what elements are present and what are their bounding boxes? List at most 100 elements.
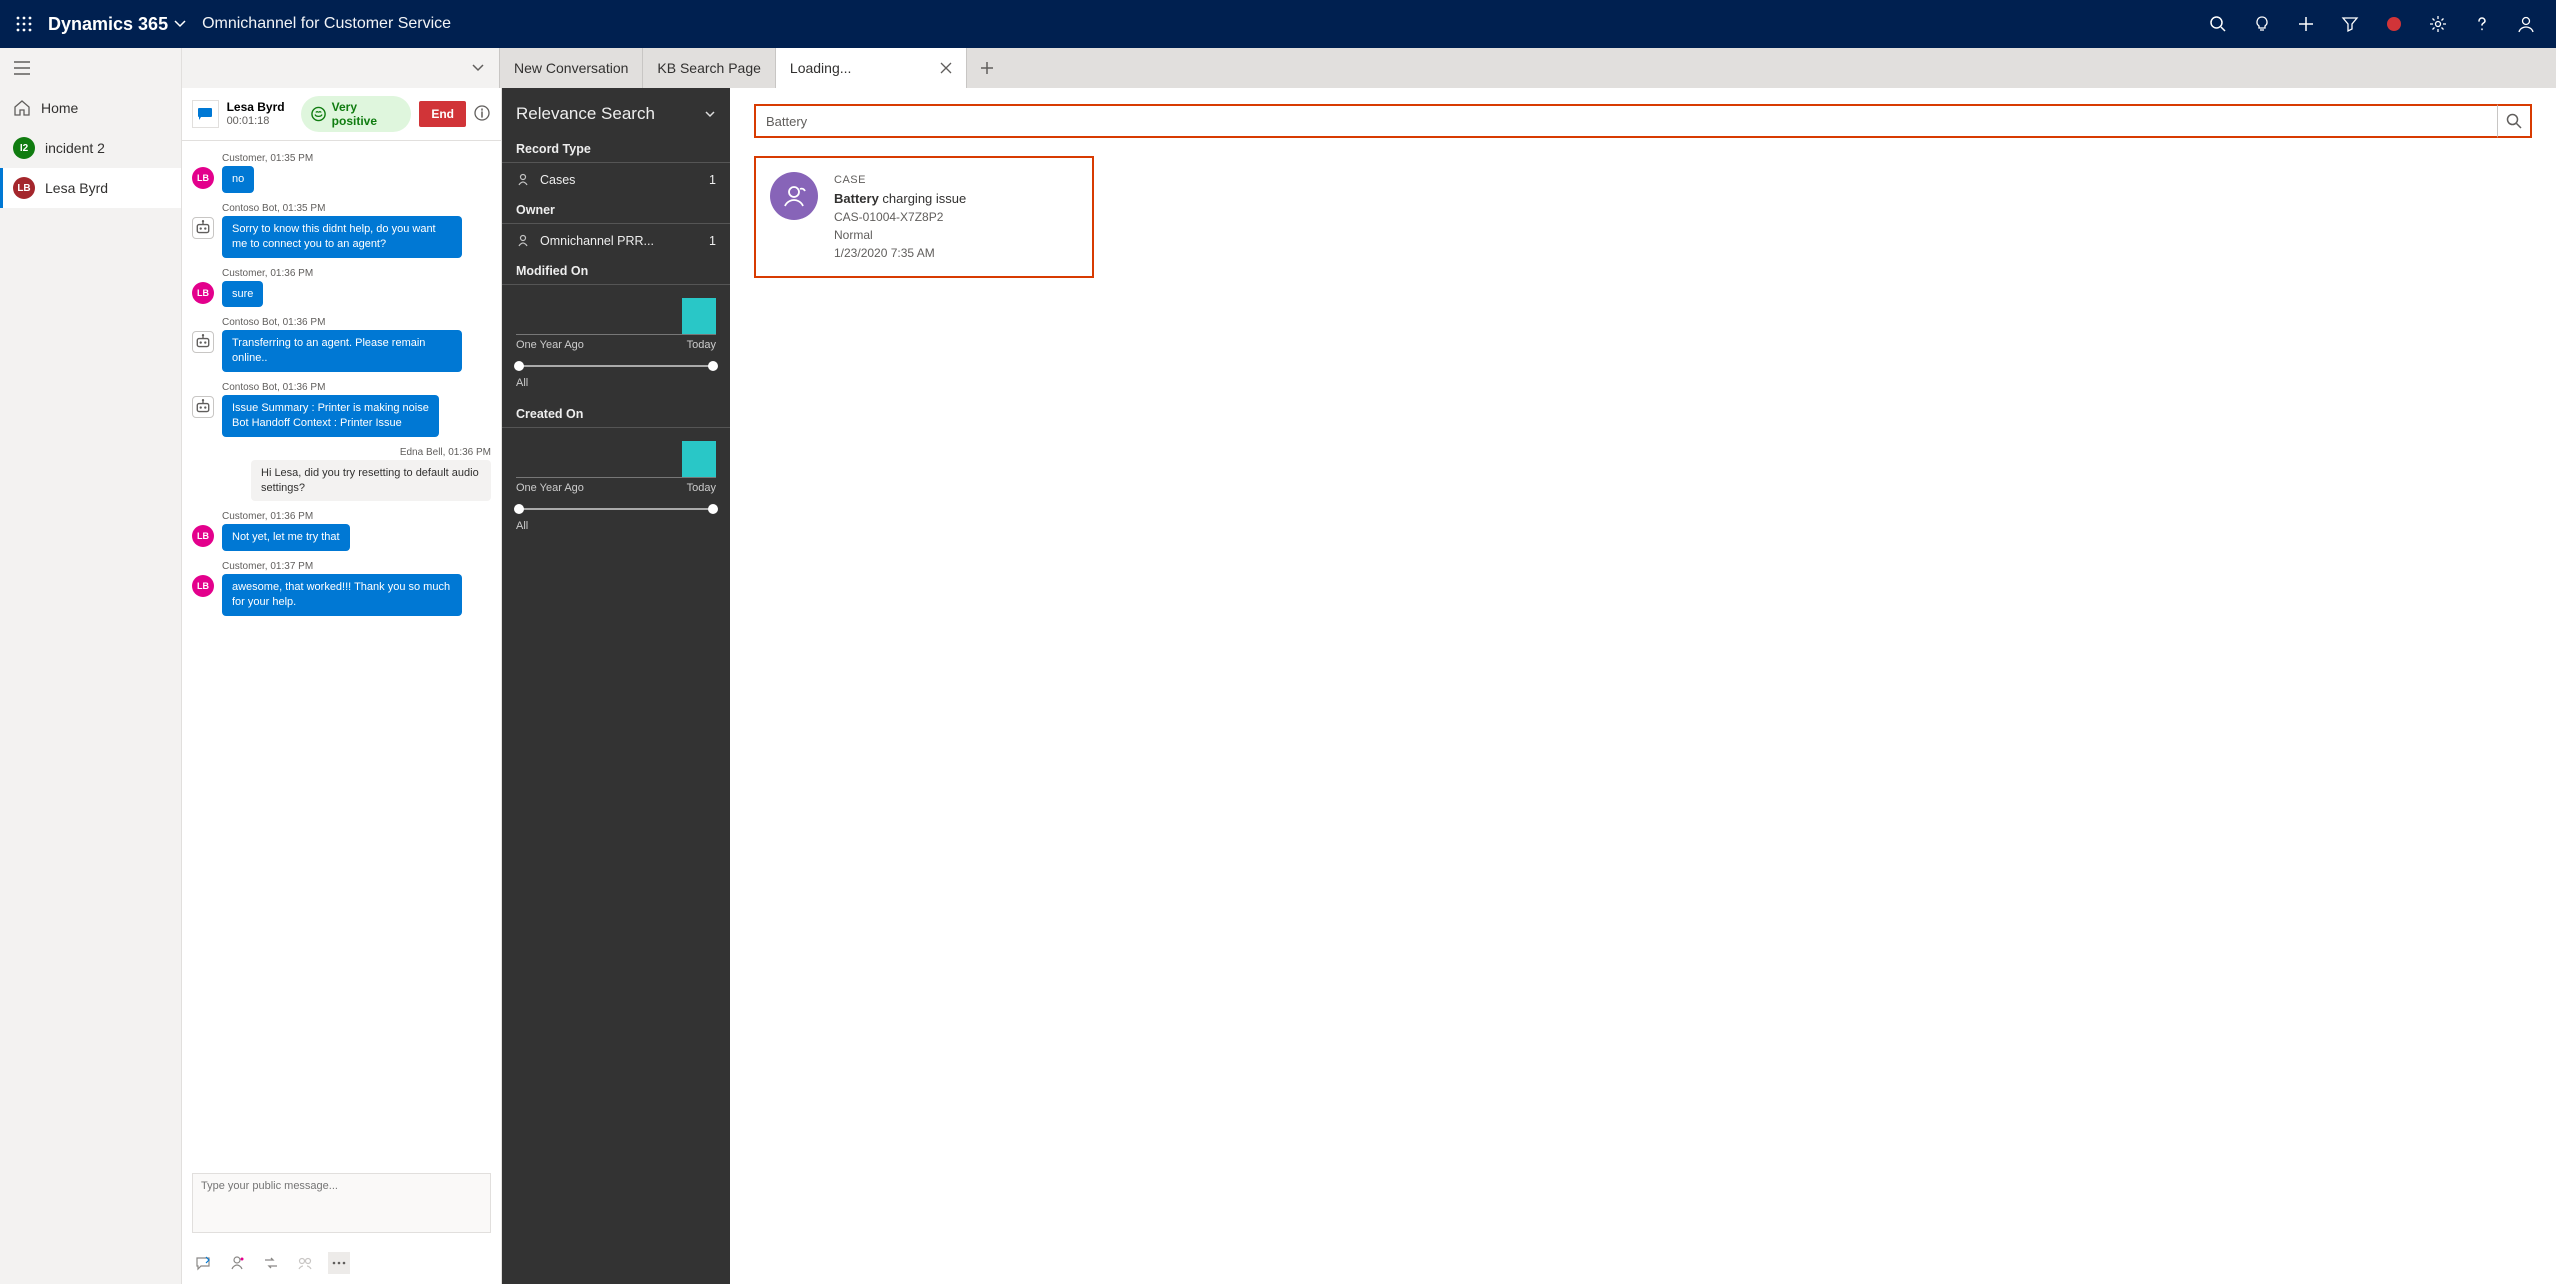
message-meta: Contoso Bot, 01:36 PM [222, 382, 491, 393]
sentiment-label: Very positive [332, 100, 402, 128]
message-bubble: no [222, 166, 254, 193]
message-bubble: Transferring to an agent. Please remain … [222, 330, 462, 372]
session-dropdown[interactable] [182, 48, 500, 88]
presence-indicator[interactable] [2372, 0, 2416, 48]
message-bubble: awesome, that worked!!! Thank you so muc… [222, 574, 462, 616]
message-row: LB Customer, 01:36 PM sure [192, 268, 491, 308]
plus-icon[interactable] [2284, 0, 2328, 48]
transfer-icon[interactable] [260, 1252, 282, 1274]
tab-label: Loading... [790, 60, 930, 76]
relevance-title-row[interactable]: Relevance Search [502, 88, 730, 132]
app-subtitle: Omnichannel for Customer Service [202, 15, 451, 33]
hamburger-icon[interactable] [0, 48, 181, 88]
customer-avatar: LB [192, 575, 214, 597]
filter-cases[interactable]: Cases 1 [502, 167, 730, 193]
brand-chevron-down-icon[interactable] [174, 18, 186, 30]
conversation-panel: Lesa Byrd 00:01:18 Very positive End LBC… [182, 88, 502, 1284]
search-button[interactable] [2498, 104, 2532, 138]
consult-icon[interactable] [226, 1252, 248, 1274]
gear-icon[interactable] [2416, 0, 2460, 48]
date-range-slider[interactable] [516, 502, 716, 516]
message-meta: Contoso Bot, 01:36 PM [222, 317, 491, 328]
avatar: LB [13, 177, 35, 199]
modified-on-chart: One Year AgoToday [502, 289, 730, 377]
nav-item-incident2[interactable]: I2 incident 2 [0, 128, 181, 168]
message-input[interactable] [192, 1173, 491, 1233]
filter-label: Cases [540, 173, 709, 187]
global-header: Dynamics 365 Omnichannel for Customer Se… [0, 0, 2556, 48]
close-icon[interactable] [940, 62, 952, 74]
info-icon[interactable] [474, 105, 491, 123]
search-result-card[interactable]: CASE Battery charging issue CAS-01004-X7… [754, 156, 1094, 278]
customer-avatar: LB [192, 525, 214, 547]
result-priority: Normal [834, 226, 966, 244]
nav-item-label: Home [41, 100, 78, 116]
help-icon[interactable] [2460, 0, 2504, 48]
created-on-chart: One Year AgoToday [502, 432, 730, 520]
chat-icon [192, 100, 219, 128]
message-bubble: sure [222, 281, 263, 308]
account-icon[interactable] [2504, 0, 2548, 48]
result-avatar-icon [770, 172, 818, 220]
relevance-title: Relevance Search [516, 104, 655, 124]
chat-toolbar [182, 1246, 501, 1284]
tab-loading[interactable]: Loading... [776, 48, 967, 88]
elapsed-time: 00:01:18 [227, 115, 285, 127]
quick-reply-icon[interactable] [192, 1252, 214, 1274]
message-bubble: Sorry to know this didnt help, do you wa… [222, 216, 462, 258]
message-row: LBCustomer, 01:35 PMno [192, 153, 491, 193]
brand-name[interactable]: Dynamics 365 [48, 14, 168, 35]
axis-right: Today [687, 339, 716, 351]
message-row: Contoso Bot, 01:36 PMIssue Summary : Pri… [192, 382, 491, 437]
sentiment-badge: Very positive [301, 96, 412, 132]
bot-avatar-icon [192, 217, 214, 239]
nav-item-label: incident 2 [45, 140, 105, 156]
notes-icon[interactable] [294, 1252, 316, 1274]
result-case-number: CAS-01004-X7Z8P2 [834, 208, 966, 226]
created-all-label: All [502, 520, 730, 540]
person-icon [516, 234, 530, 248]
lightbulb-icon[interactable] [2240, 0, 2284, 48]
nav-item-home[interactable]: Home [0, 88, 181, 128]
avatar: I2 [13, 137, 35, 159]
message-meta: Customer, 01:36 PM [222, 511, 491, 522]
axis-left: One Year Ago [516, 482, 584, 494]
bot-avatar-icon [192, 331, 214, 353]
customer-avatar: LB [192, 167, 214, 189]
owner-label: Owner [502, 193, 730, 224]
message-meta: Contoso Bot, 01:35 PM [222, 203, 491, 214]
record-type-label: Record Type [502, 132, 730, 163]
filter-count: 1 [709, 234, 716, 248]
tab-new-conversation[interactable]: New Conversation [500, 48, 643, 88]
nav-item-label: Lesa Byrd [45, 180, 108, 196]
message-bubble: Hi Lesa, did you try resetting to defaul… [251, 460, 491, 502]
result-title: Battery charging issue [834, 189, 966, 209]
date-range-slider[interactable] [516, 359, 716, 373]
more-icon[interactable] [328, 1252, 350, 1274]
filter-owner[interactable]: Omnichannel PRR... 1 [502, 228, 730, 254]
filter-icon[interactable] [2328, 0, 2372, 48]
search-icon[interactable] [2196, 0, 2240, 48]
modified-all-label: All [502, 377, 730, 397]
filter-count: 1 [709, 173, 716, 187]
case-icon [516, 173, 530, 187]
conversation-header: Lesa Byrd 00:01:18 Very positive End [182, 88, 501, 141]
end-button[interactable]: End [419, 101, 466, 127]
smile-icon [311, 106, 326, 122]
message-list[interactable]: LBCustomer, 01:35 PMno Contoso Bot, 01:35… [182, 141, 501, 1165]
message-meta: Customer, 01:37 PM [222, 561, 491, 572]
message-row: LB Customer, 01:37 PM awesome, that worked… [192, 561, 491, 616]
home-icon [13, 99, 31, 117]
bot-avatar-icon [192, 396, 214, 418]
app-launcher-icon[interactable] [8, 8, 40, 40]
add-tab-button[interactable] [967, 48, 1007, 88]
customer-avatar: LB [192, 282, 214, 304]
modified-on-label: Modified On [502, 254, 730, 285]
search-input[interactable] [754, 104, 2498, 138]
tab-kb-search[interactable]: KB Search Page [643, 48, 776, 88]
chevron-down-icon [704, 108, 716, 120]
message-meta: Customer, 01:36 PM [222, 268, 491, 279]
tab-label: KB Search Page [657, 60, 761, 76]
relevance-filter-panel: Relevance Search Record Type Cases 1 Own… [502, 88, 730, 1284]
nav-item-lesa-byrd[interactable]: LB Lesa Byrd [0, 168, 181, 208]
